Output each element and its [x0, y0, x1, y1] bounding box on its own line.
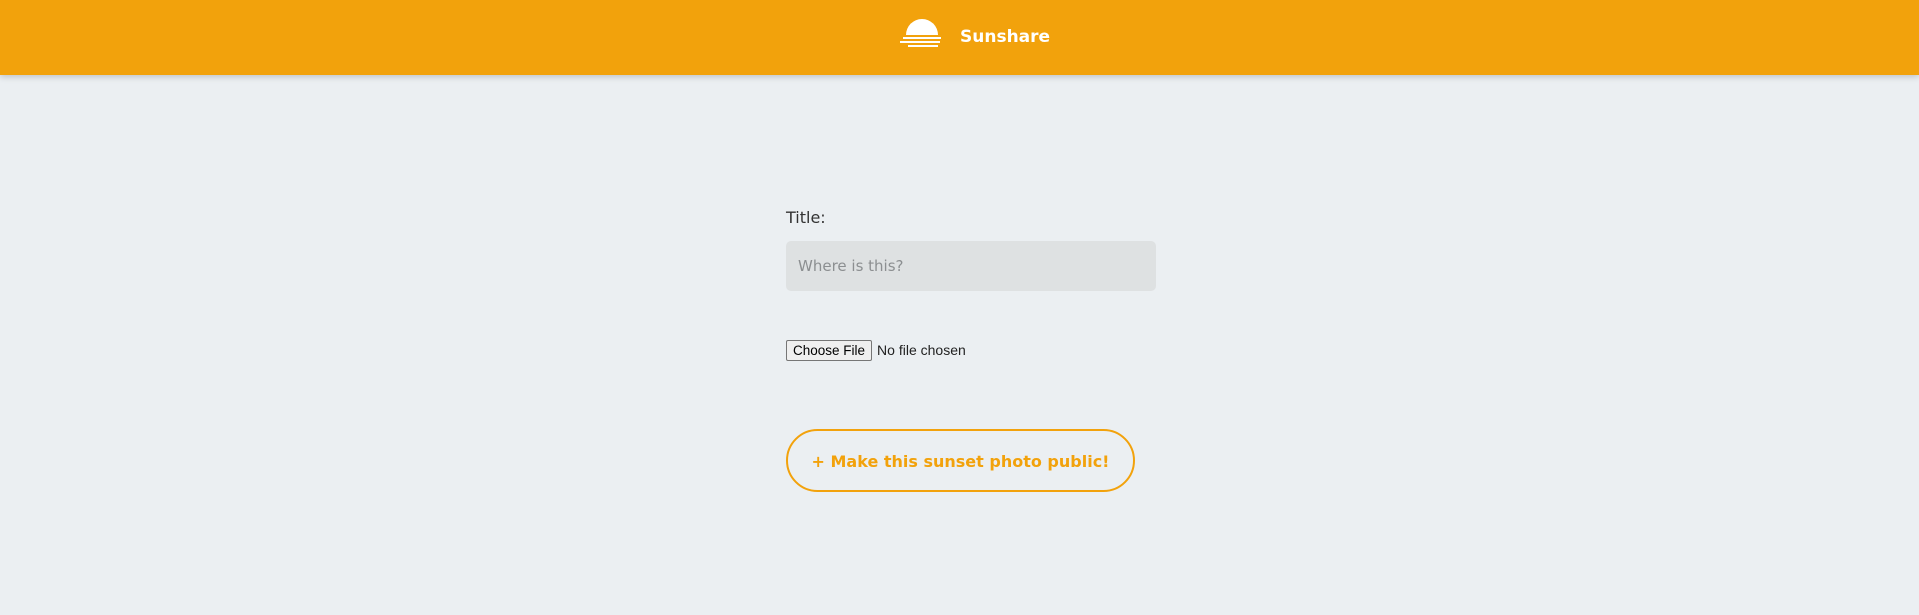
file-picker: Choose File No file chosen [786, 339, 966, 361]
brand[interactable]: Sunshare [0, 0, 1919, 75]
brand-name: Sunshare [960, 27, 1051, 47]
title-input[interactable] [786, 241, 1156, 291]
make-public-button[interactable]: + Make this sunset photo public! [786, 429, 1135, 492]
file-status: No file chosen [877, 342, 966, 358]
choose-file-button[interactable]: Choose File [786, 339, 873, 361]
title-label: Title: [786, 208, 826, 227]
top-navbar: Sunshare [0, 0, 1919, 75]
sunset-icon [900, 19, 941, 47]
